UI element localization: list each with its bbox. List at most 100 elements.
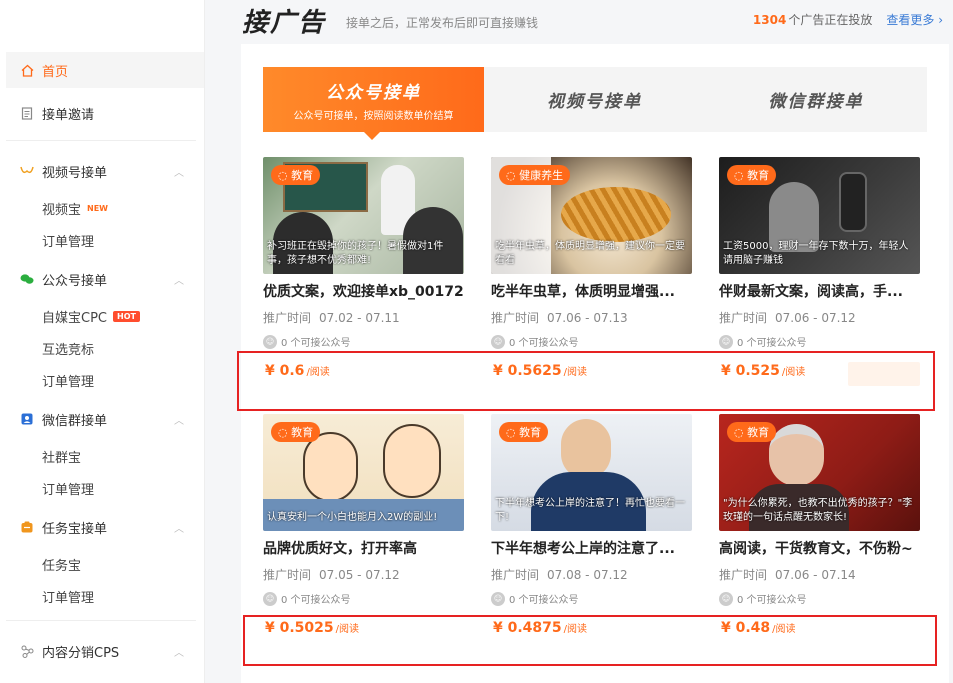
ad-thumbnail[interactable]: ◌ 教育 下半年想考公上岸的注意了！再忙也要看一下! [491,414,692,531]
thumbnail-caption: 吃半年虫草，体质明显增强，建议你一定要看看 [495,241,685,266]
sidebar-sub-label: 社群宝 [42,450,82,466]
user-avatar-icon: ☺ [491,591,505,606]
active-tab-pointer [364,132,380,140]
highlight-box [237,351,935,411]
ad-title[interactable]: 伴财最新文案，阅读高，手... [719,281,920,301]
sidebar-sub-group-order-mgmt[interactable]: 订单管理 [42,477,94,499]
ad-title[interactable]: 吃半年虫草，体质明显增强... [491,281,692,301]
accounts-text: 0 个可接公众号 [281,338,351,349]
sidebar-sub-cpc[interactable]: 自媒宝CPC HOT [42,305,140,327]
ad-title[interactable]: 高阅读，干货教育文，不伤粉~ [719,538,920,558]
sidebar-sub-community[interactable]: 社群宝 [42,445,81,467]
home-icon [20,63,34,77]
thumbnail-caption: 工资5000，理财一年存下数十万，年轻人请用脑子赚钱 [723,241,909,266]
date-value: 07.06 - 07.12 [775,311,856,325]
promo-date: 推广时间 07.06 - 07.12 [719,309,856,326]
ad-title[interactable]: 下半年想考公上岸的注意了... [491,538,692,558]
sidebar-item-video-orders[interactable]: 视频号接单 ︿ [6,153,204,189]
tab-sublabel: 公众号可接单，按照阅读数单价结算 [293,110,454,122]
chevron-up-icon[interactable]: ︿ [174,272,184,287]
new-badge: NEW [87,203,108,213]
user-avatar-icon: ☺ [719,591,733,606]
tab-official-account[interactable]: 公众号接单 公众号可接单，按照阅读数单价结算 [263,67,484,132]
category-label: 教育 [747,426,770,439]
sidebar-item-home[interactable]: 首页 [6,52,204,88]
sidebar-divider [6,620,196,621]
sidebar-item-task-orders[interactable]: 任务宝接单 ︿ [6,509,204,545]
sidebar-sub-label: 任务宝 [42,558,82,574]
sidebar-item-group-orders[interactable]: 微信群接单 ︿ [6,401,204,437]
promo-date: 推广时间 07.05 - 07.12 [263,566,400,583]
wechat-icon [20,272,34,286]
ad-card[interactable]: ◌ 教育 工资5000，理财一年存下数十万，年轻人请用脑子赚钱 伴财最新文案，阅… [719,157,920,379]
available-accounts: ☺ 0 个可接公众号 [491,591,579,606]
category-label: 教育 [519,426,542,439]
date-value: 07.06 - 07.13 [547,311,628,325]
person-face-graphic [561,419,611,479]
date-label: 推广时间 [719,311,768,325]
sidebar-sub-oa-order-mgmt[interactable]: 订单管理 [42,369,94,391]
chevron-up-icon[interactable]: ︿ [174,164,184,179]
thumbnail-caption: 认真安利一个小白也能月入2W的副业! [267,512,438,523]
promo-date: 推广时间 07.06 - 07.14 [719,566,856,583]
ad-card[interactable]: ◌ 教育 "为什么你累死，也教不出优秀的孩子？"李玫瑾的一句话点醒无数家长! 高… [719,414,920,636]
chevron-up-icon[interactable]: ︿ [174,412,184,427]
category-tag: ◌ 教育 [271,422,321,442]
category-tag: ◌ 教育 [727,422,777,442]
sidebar: 首页 接单邀请 视频号接单 ︿ 视频宝 NEW 订单管理 公众号接单 ︿ 自媒宝… [0,0,205,683]
category-label: 健康养生 [519,169,564,182]
distribution-icon [20,644,34,658]
person-face-graphic [769,424,824,486]
category-label: 教育 [291,426,314,439]
ad-thumbnail[interactable]: ◌ 教育 工资5000，理财一年存下数十万，年轻人请用脑子赚钱 [719,157,920,274]
ad-card[interactable]: ◌ 健康养生 吃半年虫草，体质明显增强，建议你一定要看看 吃半年虫草，体质明显增… [491,157,692,379]
ad-thumbnail[interactable]: ◌ 教育 补习班正在毁掉你的孩子！暑假做对1件事，孩子想不优秀都难! [263,157,464,274]
ad-card[interactable]: ◌ 教育 认真安利一个小白也能月入2W的副业! 品牌优质好文，打开率高 推广时间… [263,414,464,636]
ad-thumbnail[interactable]: ◌ 教育 认真安利一个小白也能月入2W的副业! [263,414,464,531]
sidebar-item-label: 公众号接单 [42,273,108,289]
available-accounts: ☺ 0 个可接公众号 [719,591,807,606]
ad-card[interactable]: ◌ 教育 下半年想考公上岸的注意了！再忙也要看一下! 下半年想考公上岸的注意了.… [491,414,692,636]
sidebar-sub-video-bao[interactable]: 视频宝 NEW [42,197,108,219]
view-more-link[interactable]: 查看更多 › [886,11,943,28]
ad-title[interactable]: 品牌优质好文，打开率高 [263,538,464,558]
accounts-text: 0 个可接公众号 [509,595,579,606]
sidebar-sub-label: 订单管理 [42,374,95,390]
ad-thumbnail[interactable]: ◌ 教育 "为什么你累死，也教不出优秀的孩子？"李玫瑾的一句话点醒无数家长! [719,414,920,531]
cartoon-face-graphic [303,432,358,502]
thumbnail-caption: 下半年想考公上岸的注意了！再忙也要看一下! [495,498,685,523]
sidebar-item-invite[interactable]: 接单邀请 [6,95,204,131]
ad-title[interactable]: 优质文案，欢迎接单xb_00172 [263,281,464,301]
accounts-text: 0 个可接公众号 [509,338,579,349]
user-avatar-icon: ☺ [263,334,277,349]
microphone-graphic [839,172,867,232]
thumbnail-caption: "为什么你累死，也教不出优秀的孩子？"李玫瑾的一句话点醒无数家长! [723,498,913,523]
category-tag: ◌ 教育 [727,165,777,185]
sidebar-sub-video-order-mgmt[interactable]: 订单管理 [42,229,94,251]
tab-video-channel[interactable]: 视频号接单 [484,67,705,132]
sidebar-sub-label: 视频宝 [42,202,82,218]
sidebar-item-official-account-orders[interactable]: 公众号接单 ︿ [6,261,204,297]
tab-label: 微信群接单 [768,92,864,112]
sidebar-item-cps[interactable]: 内容分销CPS ︿ [6,633,204,669]
sidebar-sub-task-order-mgmt[interactable]: 订单管理 [42,585,94,607]
cartoon-face-graphic [383,424,441,498]
ad-card[interactable]: ◌ 教育 补习班正在毁掉你的孩子！暑假做对1件事，孩子想不优秀都难! 优质文案，… [263,157,464,379]
date-value: 07.05 - 07.12 [319,568,400,582]
order-type-tabs: 公众号接单 公众号可接单，按照阅读数单价结算 视频号接单 微信群接单 [263,67,927,132]
sidebar-sub-bidding[interactable]: 互选竞标 [42,337,94,359]
sidebar-item-label: 首页 [42,64,69,80]
category-tag: ◌ 教育 [499,422,549,442]
chevron-up-icon[interactable]: ︿ [174,520,184,535]
tab-wechat-group[interactable]: 微信群接单 [705,67,927,132]
hot-badge: HOT [113,310,140,322]
task-icon [20,520,34,534]
view-more-label: 查看更多 [886,13,935,27]
group-icon [20,412,34,426]
ad-thumbnail[interactable]: ◌ 健康养生 吃半年虫草，体质明显增强，建议你一定要看看 [491,157,692,274]
chevron-up-icon[interactable]: ︿ [174,644,184,659]
sidebar-sub-task-bao[interactable]: 任务宝 [42,553,81,575]
category-tag: ◌ 健康养生 [499,165,571,185]
available-accounts: ☺ 0 个可接公众号 [719,334,807,349]
category-tag: ◌ 教育 [271,165,321,185]
